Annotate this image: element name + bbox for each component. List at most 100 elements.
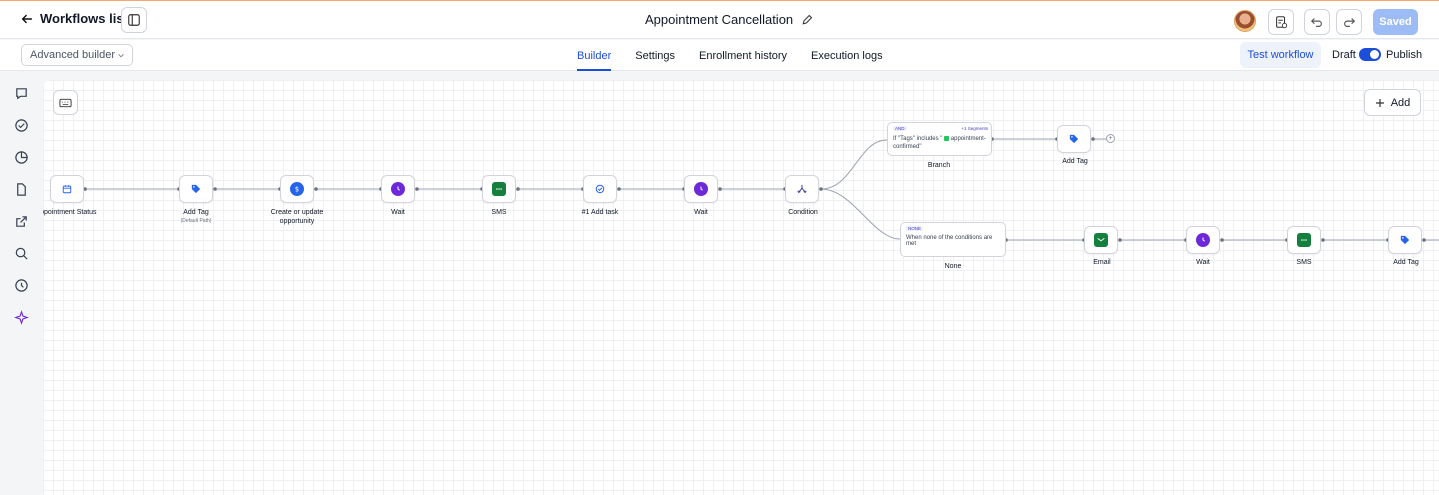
- tab-enrollment-history[interactable]: Enrollment history: [699, 40, 787, 71]
- draft-label: Draft: [1332, 49, 1356, 61]
- branch-label: Branch: [927, 162, 951, 169]
- opportunity-label: Create or update opportunity: [242, 208, 352, 226]
- add-tag-label: Add Tag: [1062, 158, 1088, 165]
- arrow-left-icon: [21, 14, 33, 23]
- builder-mode-dropdown[interactable]: Advanced builder: [21, 44, 133, 66]
- add-task-label: #1 Add task: [581, 209, 619, 216]
- file-icon[interactable]: [14, 182, 29, 197]
- svg-text:$: $: [295, 186, 299, 194]
- add-tag-label: Add Tag (Default Path): [141, 208, 251, 226]
- task-check-icon: [593, 182, 607, 196]
- left-sidebar: [0, 71, 43, 495]
- pencil-icon[interactable]: [801, 14, 813, 26]
- history-icon[interactable]: [14, 278, 29, 293]
- none-label: None: [944, 263, 962, 270]
- none-card[interactable]: NONE When none of the conditions are met: [900, 222, 1006, 257]
- tag-icon: [1398, 233, 1412, 247]
- tab-settings[interactable]: Settings: [635, 40, 675, 71]
- branch-card[interactable]: AND +1 Segments If "Tags" includes " app…: [887, 122, 992, 156]
- condition-node[interactable]: [785, 175, 819, 203]
- wait-label: Wait: [391, 209, 405, 216]
- opportunity-node[interactable]: $: [280, 175, 314, 203]
- back-label: Workflows list: [40, 11, 128, 26]
- trigger-node[interactable]: [50, 175, 84, 203]
- sms-node[interactable]: [1287, 226, 1321, 254]
- workflow-title[interactable]: Appointment Cancellation: [645, 12, 813, 27]
- keyboard-shortcuts-button[interactable]: [53, 90, 78, 115]
- condition-label: Condition: [788, 209, 818, 216]
- wait-label: Wait: [694, 209, 708, 216]
- email-label: Email: [1093, 259, 1111, 266]
- sms-node[interactable]: [482, 175, 516, 203]
- undo-icon: [1310, 18, 1322, 27]
- document-history-icon: [1276, 16, 1288, 29]
- none-chip: NONE: [906, 226, 924, 231]
- sparkle-icon[interactable]: [14, 310, 29, 325]
- back-to-workflows-link[interactable]: Workflows list: [20, 11, 128, 26]
- wait-node[interactable]: [1186, 226, 1220, 254]
- tab-builder[interactable]: Builder: [577, 40, 612, 71]
- clock-icon: [1196, 233, 1210, 247]
- wait-node[interactable]: [684, 175, 718, 203]
- search-icon[interactable]: [14, 246, 29, 261]
- version-history-button[interactable]: [1268, 9, 1294, 35]
- test-workflow-button[interactable]: Test workflow: [1240, 42, 1321, 68]
- dollar-icon: $: [290, 182, 304, 196]
- main-tabs: Builder Settings Enrollment history Exec…: [577, 40, 907, 71]
- publish-label: Publish: [1386, 49, 1423, 61]
- split-icon: [795, 182, 809, 196]
- segments-link[interactable]: +1 Segments: [961, 126, 988, 131]
- chevron-down-icon: [118, 54, 124, 58]
- keyboard-icon: [59, 98, 72, 107]
- redo-button[interactable]: [1336, 9, 1362, 35]
- add-step-plus-icon[interactable]: +: [1106, 134, 1115, 143]
- external-link-icon[interactable]: [14, 214, 29, 229]
- email-node[interactable]: [1084, 226, 1118, 254]
- check-circle-icon[interactable]: [14, 118, 29, 133]
- none-condition-text: When none of the conditions are met: [906, 235, 993, 247]
- tag-icon: [1067, 132, 1081, 146]
- saved-button[interactable]: Saved: [1373, 9, 1418, 35]
- tag-icon: [189, 182, 203, 196]
- and-chip: AND: [893, 126, 907, 131]
- branch-condition-text: If "Tags" includes " appointment-confirm…: [893, 135, 986, 151]
- pie-chart-icon[interactable]: [14, 150, 29, 165]
- wait-label: Wait: [1196, 259, 1210, 266]
- add-tag-node[interactable]: [1057, 125, 1091, 153]
- opportunity-title: Create or update: [270, 209, 324, 216]
- add-tag-title: Add Tag: [183, 209, 209, 216]
- redo-icon: [1344, 18, 1356, 27]
- add-action-button[interactable]: Add: [1364, 89, 1421, 116]
- sms-icon: [1297, 233, 1311, 247]
- add-tag-node[interactable]: [179, 175, 213, 203]
- avatar[interactable]: [1234, 10, 1256, 32]
- undo-button[interactable]: [1304, 9, 1330, 35]
- toggle-sidebar-button[interactable]: [121, 7, 147, 33]
- workflow-title-text: Appointment Cancellation: [645, 12, 794, 27]
- default-path-label: (Default Path): [180, 218, 212, 224]
- tab-execution-logs[interactable]: Execution logs: [811, 40, 883, 71]
- clock-icon: [694, 182, 708, 196]
- tag-swatch-icon: [944, 135, 950, 141]
- sms-label: SMS: [1296, 259, 1312, 266]
- chat-icon[interactable]: [14, 86, 29, 101]
- trigger-label: Appointment Status: [43, 209, 97, 216]
- branch-condition: If "Tags" includes ": [893, 136, 943, 142]
- sms-label: SMS: [491, 209, 507, 216]
- add-task-node[interactable]: [583, 175, 617, 203]
- email-icon: [1094, 233, 1108, 247]
- wait-node[interactable]: [381, 175, 415, 203]
- clock-icon: [391, 182, 405, 196]
- publish-toggle[interactable]: [1359, 48, 1381, 61]
- add-label: Add: [1390, 96, 1411, 109]
- sidebar-panel-icon: [128, 14, 140, 26]
- sms-icon: [492, 182, 506, 196]
- add-tag-node[interactable]: [1388, 226, 1422, 254]
- builder-mode-value: Advanced builder: [30, 49, 116, 61]
- sub-bar: Advanced builder Builder Settings Enroll…: [0, 40, 1439, 71]
- connector-lines: [83, 137, 1439, 242]
- calendar-icon: [60, 182, 74, 196]
- opportunity-title-2: opportunity: [279, 218, 315, 225]
- workflow-canvas[interactable]: Add Appointment Status Add Tag (Default …: [43, 80, 1439, 495]
- plus-icon: [1375, 98, 1384, 107]
